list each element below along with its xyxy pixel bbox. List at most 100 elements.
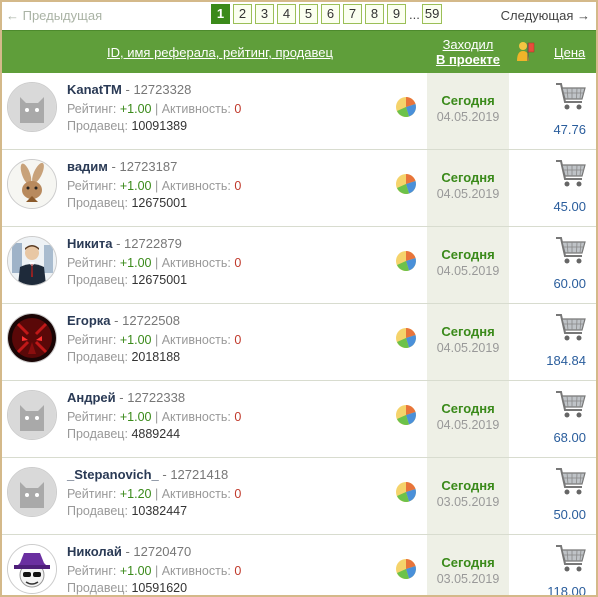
page-4-button[interactable]: 4 — [277, 4, 296, 24]
page-3-button[interactable]: 3 — [255, 4, 274, 24]
stats-pie-icon[interactable] — [394, 557, 418, 581]
last-visit-date: 04.05.2019 — [436, 341, 500, 355]
page-ellipsis: ... — [409, 6, 420, 22]
referral-row: Никита - 12722879 Рейтинг: +1.00 | Активн… — [2, 227, 596, 304]
activity-value: 0 — [234, 487, 242, 501]
last-visit-cell: Сегодня 04.05.2019 — [427, 304, 509, 380]
price-value: 45.00 — [553, 199, 586, 214]
rabbit-avatar-icon[interactable] — [7, 159, 57, 209]
referral-id: - 12721418 — [162, 467, 229, 482]
seller-line: Продавец: 10091389 — [67, 119, 187, 133]
referral-id: - 12723328 — [125, 82, 192, 97]
seller-line: Продавец: 4889244 — [67, 427, 180, 441]
businessman-avatar-icon[interactable] — [7, 236, 57, 286]
rating-activity-line: Рейтинг: +1.00 | Активность: 0 — [67, 333, 242, 347]
referral-title: Никита - 12722879 — [67, 236, 182, 251]
last-visit-date: 04.05.2019 — [436, 187, 500, 201]
referral-name-link[interactable]: Никита — [67, 236, 112, 251]
buy-cart-icon[interactable] — [554, 158, 588, 190]
seller-label: Продавец: — [67, 504, 128, 518]
page-6-button[interactable]: 6 — [321, 4, 340, 24]
visited-header-line2: В проекте — [435, 52, 501, 67]
sort-by-main-link[interactable]: ID, имя реферала, рейтинг, продавец — [107, 45, 333, 60]
activity-label: Активность: — [161, 256, 231, 270]
rating-label: Рейтинг: — [67, 102, 117, 116]
rating-value: +1.00 — [119, 333, 152, 347]
rating-value: +1.00 — [119, 410, 152, 424]
activity-label: Активность: — [161, 487, 231, 501]
referral-name-link[interactable]: вадим — [67, 159, 108, 174]
table-header: ID, имя реферала, рейтинг, продавец Захо… — [2, 30, 596, 73]
referral-title: Андрей - 12722338 — [67, 390, 185, 405]
seller-label: Продавец: — [67, 350, 128, 364]
referral-person-icon[interactable] — [512, 39, 538, 65]
last-visit-day: Сегодня — [441, 170, 495, 185]
cat-avatar-icon[interactable] — [7, 390, 57, 440]
referral-row: Егорка - 12722508 Рейтинг: +1.00 | Активн… — [2, 304, 596, 381]
stats-pie-icon[interactable] — [394, 480, 418, 504]
seller-line: Продавец: 12675001 — [67, 273, 187, 287]
cat-avatar-icon[interactable] — [7, 467, 57, 517]
buy-cart-icon[interactable] — [554, 312, 588, 344]
rating-activity-line: Рейтинг: +1.00 | Активность: 0 — [67, 102, 242, 116]
referral-market-panel: ← Предыдущая 1 2 3 4 5 6 7 8 9 ... 59 Сл… — [0, 0, 598, 597]
stats-pie-icon[interactable] — [394, 172, 418, 196]
page-last-button[interactable]: 59 — [421, 4, 443, 24]
rating-value: +1.00 — [119, 102, 152, 116]
prev-page-link: ← Предыдущая — [6, 8, 103, 23]
activity-value: 0 — [234, 333, 242, 347]
referral-name-link[interactable]: _Stepanovich_ — [67, 467, 159, 482]
referral-list: KanatTM - 12723328 Рейтинг: +1.00 | Актив… — [2, 73, 596, 595]
referral-name-link[interactable]: Егорка — [67, 313, 111, 328]
next-page-link[interactable]: Следующая → — [501, 8, 590, 23]
referral-name-link[interactable]: Андрей — [67, 390, 116, 405]
buy-cart-icon[interactable] — [554, 466, 588, 498]
seller-line: Продавец: 2018188 — [67, 350, 180, 364]
stats-pie-icon[interactable] — [394, 403, 418, 427]
page-2-button[interactable]: 2 — [233, 4, 252, 24]
page-5-button[interactable]: 5 — [299, 4, 318, 24]
page-list: 1 2 3 4 5 6 7 8 9 ... 59 — [211, 4, 445, 24]
stats-pie-icon[interactable] — [394, 249, 418, 273]
activity-label: Активность: — [161, 410, 231, 424]
page-7-button[interactable]: 7 — [343, 4, 362, 24]
referral-name-link[interactable]: KanatTM — [67, 82, 122, 97]
sort-by-price-link[interactable]: Цена — [554, 45, 585, 60]
last-visit-date: 03.05.2019 — [436, 572, 500, 586]
referral-row: _Stepanovich_ - 12721418 Рейтинг: +1.20 |… — [2, 458, 596, 535]
page-9-button[interactable]: 9 — [387, 4, 406, 24]
cat-avatar-icon[interactable] — [7, 82, 57, 132]
buy-cart-icon[interactable] — [554, 543, 588, 575]
page-8-button[interactable]: 8 — [365, 4, 384, 24]
seller-label: Продавец: — [67, 427, 128, 441]
buy-cart-icon[interactable] — [554, 81, 588, 113]
seller-value: 12675001 — [131, 196, 188, 210]
referral-row: KanatTM - 12723328 Рейтинг: +1.00 | Актив… — [2, 73, 596, 150]
price-value: 68.00 — [553, 430, 586, 445]
seller-value: 2018188 — [131, 350, 181, 364]
referral-id: - 12722508 — [114, 313, 180, 328]
visited-header-line1: Заходил — [442, 37, 494, 52]
seller-value: 10091389 — [131, 119, 188, 133]
buy-cart-icon[interactable] — [554, 389, 588, 421]
visited-column-header[interactable]: Заходил В проекте — [427, 37, 509, 67]
referral-title: Николай - 12720470 — [67, 544, 191, 559]
page-1-button[interactable]: 1 — [211, 4, 230, 24]
last-visit-cell: Сегодня 04.05.2019 — [427, 73, 509, 149]
buy-cart-icon[interactable] — [554, 235, 588, 267]
referral-row: Андрей - 12722338 Рейтинг: +1.00 | Активн… — [2, 381, 596, 458]
referral-id: - 12720470 — [125, 544, 192, 559]
rating-label: Рейтинг: — [67, 179, 117, 193]
rating-activity-line: Рейтинг: +1.00 | Активность: 0 — [67, 410, 242, 424]
referral-row: Николай - 12720470 Рейтинг: +1.00 | Актив… — [2, 535, 596, 595]
stats-pie-icon[interactable] — [394, 326, 418, 350]
purple-hat-avatar-icon[interactable] — [7, 544, 57, 594]
referral-id: - 12722879 — [116, 236, 182, 251]
stats-pie-icon[interactable] — [394, 95, 418, 119]
seller-value: 4889244 — [131, 427, 181, 441]
last-visit-date: 04.05.2019 — [436, 418, 500, 432]
rating-label: Рейтинг: — [67, 410, 117, 424]
referral-title: KanatTM - 12723328 — [67, 82, 191, 97]
referral-name-link[interactable]: Николай — [67, 544, 122, 559]
red-demon-avatar-icon[interactable] — [7, 313, 57, 363]
